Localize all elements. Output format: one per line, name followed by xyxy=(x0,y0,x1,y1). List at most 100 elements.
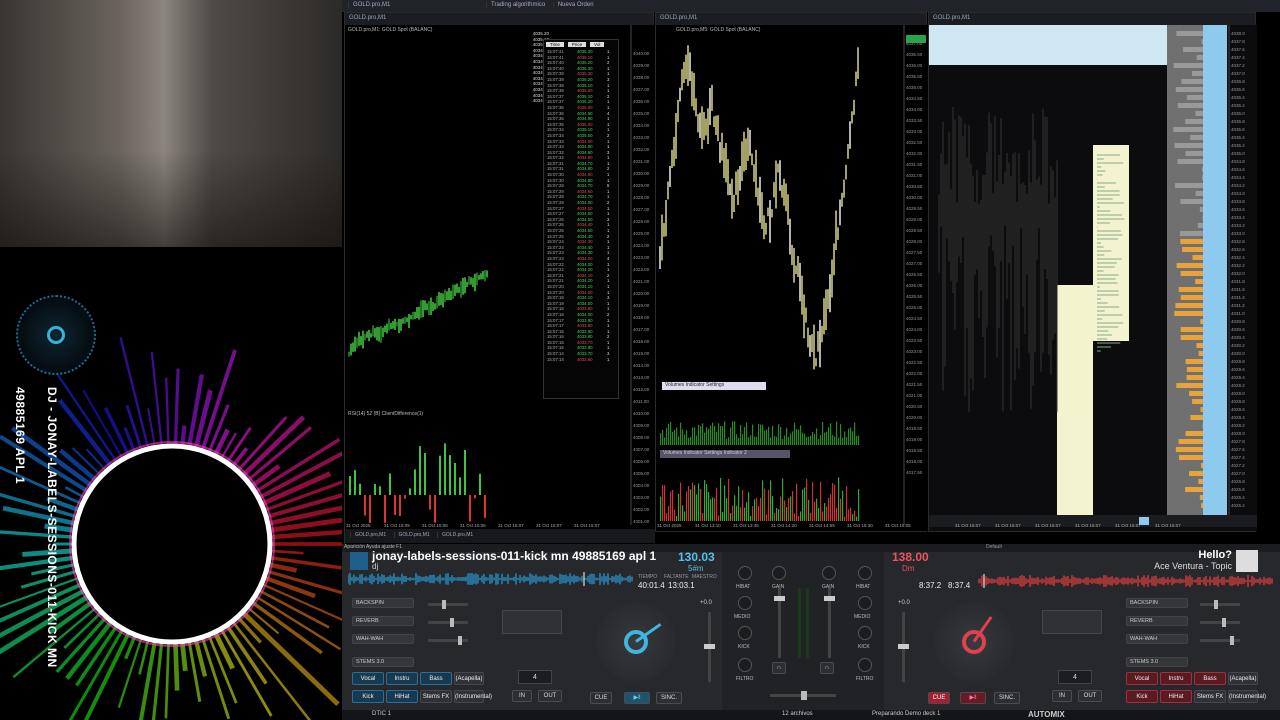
volume-bar xyxy=(678,436,680,445)
indicator-label[interactable]: Volumes Indicator Settings Indicator 2 xyxy=(660,450,790,458)
price-tick: 4027.0 xyxy=(1231,471,1245,476)
eq-high-knob-left[interactable] xyxy=(738,566,752,580)
play-button[interactable]: ▶‖ xyxy=(624,692,650,704)
pitch-fader[interactable] xyxy=(898,612,909,682)
profile-bar xyxy=(1195,111,1203,116)
automix-button[interactable]: AUTOMIX xyxy=(1028,710,1065,719)
crossfader[interactable] xyxy=(770,691,836,700)
price-tick: 4033.0 xyxy=(1231,231,1245,236)
price-tick: 4035.8 xyxy=(1231,119,1245,124)
volume-bar xyxy=(842,490,844,521)
time-label: TIEMPO xyxy=(638,574,658,580)
stem-pad-vocal[interactable]: Vocal xyxy=(1126,672,1158,685)
pitch-fader[interactable] xyxy=(704,612,715,682)
eq-mid-knob-right[interactable] xyxy=(858,596,872,610)
cue-button[interactable]: CUE xyxy=(590,692,612,704)
toolbar-tab[interactable]: Trading algorithmico xyxy=(486,2,549,8)
fx-select[interactable]: WAH-WAH xyxy=(1126,634,1188,644)
loop-in-button[interactable]: IN xyxy=(1052,690,1072,702)
stem-pad-kick[interactable]: Kick xyxy=(1126,690,1158,703)
gain-knob-left[interactable] xyxy=(772,566,786,580)
deck-left-waveform[interactable] xyxy=(348,572,634,586)
channel-fader-left[interactable] xyxy=(774,588,785,658)
stem-pad-hihat[interactable]: HiHat xyxy=(1160,690,1192,703)
filter-knob-right[interactable] xyxy=(858,658,872,672)
stem-pad-instrumental[interactable]: (Instrumental) xyxy=(454,690,492,703)
sampler-pads[interactable] xyxy=(1042,610,1102,634)
fx-select[interactable]: WAH-WAH xyxy=(352,634,414,644)
chart-tab[interactable]: GOLD.pro,M1 xyxy=(437,532,477,538)
price-tick: 4034.00 xyxy=(633,123,650,128)
time-and-sales: Time Price Vol 15:07:41 4035.20 1 15:07:41 4… xyxy=(543,39,619,399)
loop-size[interactable]: 4 xyxy=(518,670,552,684)
stems-select[interactable]: STEMS 3.0 xyxy=(1126,657,1188,667)
tape-header[interactable]: Time xyxy=(546,42,564,47)
loop-size[interactable]: 4 xyxy=(1058,670,1092,684)
stem-pad-instrumental[interactable]: (Instrumental) xyxy=(1228,690,1266,703)
sync-button[interactable]: SINC. xyxy=(994,692,1020,704)
loop-out-button[interactable]: OUT xyxy=(538,690,562,702)
cue-button[interactable]: CUE xyxy=(928,692,950,704)
stem-pad-hihat[interactable]: HiHat xyxy=(386,690,418,703)
fx-select[interactable]: REVERB xyxy=(352,616,414,626)
fx-select[interactable]: BACKSPIN xyxy=(352,598,414,608)
stem-pad-instru[interactable]: Instru xyxy=(1160,672,1192,685)
deck-right-jogwheel[interactable] xyxy=(934,602,1014,682)
stem-pad-vocal[interactable]: Vocal xyxy=(352,672,384,685)
stems-select[interactable]: STEMS 3.0 xyxy=(352,657,414,667)
deck-right-waveform[interactable] xyxy=(978,574,1274,588)
volume-bar xyxy=(854,422,856,445)
volume-bar xyxy=(690,489,692,521)
fx-select[interactable]: REVERB xyxy=(1126,616,1188,626)
dj-logo-icon xyxy=(47,326,65,344)
chart-tab[interactable]: GOLD.pro,M1 xyxy=(350,532,390,538)
stem-pad-acapella[interactable]: (Acapella) xyxy=(454,672,484,685)
headphone-cue-left[interactable]: ∩ xyxy=(772,662,786,674)
fx-slider[interactable] xyxy=(428,636,468,645)
play-button[interactable]: ▶‖ xyxy=(960,692,986,704)
fx-slider[interactable] xyxy=(428,618,468,627)
eq-high-knob-right[interactable] xyxy=(858,566,872,580)
browser-folder[interactable]: DTIC 1 xyxy=(372,711,391,717)
fx-select[interactable]: BACKSPIN xyxy=(1126,598,1188,608)
volume-bar xyxy=(818,438,820,445)
stem-pad-bass[interactable]: Bass xyxy=(1194,672,1226,685)
stem-pad-stems-fx[interactable]: Stems FX xyxy=(1194,690,1226,703)
channel-fader-right[interactable] xyxy=(824,588,835,658)
fx-slider[interactable] xyxy=(1200,600,1240,609)
volume-bar xyxy=(738,437,740,445)
toolbar-tab[interactable]: GOLD.pro,M1 xyxy=(348,2,394,8)
fx-slider[interactable] xyxy=(428,600,468,609)
volume-bar xyxy=(764,430,766,445)
eq-low-knob-right[interactable] xyxy=(858,626,872,640)
eq-low-knob-left[interactable] xyxy=(738,626,752,640)
fx-slider[interactable] xyxy=(1200,636,1240,645)
indicator-label[interactable]: Volumes Indicator Settings xyxy=(662,382,766,390)
sampler-pads[interactable] xyxy=(502,610,562,634)
fx-slider[interactable] xyxy=(1200,618,1240,627)
volume-bar xyxy=(808,499,810,521)
loop-out-button[interactable]: OUT xyxy=(1078,690,1102,702)
deck-left-jogwheel[interactable] xyxy=(596,602,676,682)
price-tick: 4030.6 xyxy=(1231,327,1245,332)
stem-pad-acapella[interactable]: (Acapella) xyxy=(1228,672,1258,685)
stem-pad-stems-fx[interactable]: Stems FX xyxy=(420,690,452,703)
stem-pad-instru[interactable]: Instru xyxy=(386,672,418,685)
tape-header[interactable]: Vol xyxy=(590,42,605,47)
gain-knob-right[interactable] xyxy=(822,566,836,580)
dj-software: Aparición Ayuda ajuste F1 Default jonay-… xyxy=(342,544,1280,720)
price-tick: 4032.2 xyxy=(1231,263,1245,268)
filter-knob-left[interactable] xyxy=(738,658,752,672)
price-tick: 4001.00 xyxy=(633,519,650,524)
loop-in-button[interactable]: IN xyxy=(512,690,532,702)
stem-pad-bass[interactable]: Bass xyxy=(420,672,452,685)
headphone-cue-right[interactable]: ∩ xyxy=(820,662,834,674)
chart-tab[interactable]: GOLD.pro,M1 xyxy=(393,532,434,538)
price-tick: 4021.50 xyxy=(906,382,923,387)
eq-mid-knob-left[interactable] xyxy=(738,596,752,610)
sync-button[interactable]: SINC. xyxy=(656,692,682,704)
tape-header[interactable]: Price xyxy=(567,42,587,47)
volume-bar xyxy=(838,477,840,521)
stem-pad-kick[interactable]: Kick xyxy=(352,690,384,703)
toolbar-tab[interactable]: Nueva Orden xyxy=(552,2,598,8)
